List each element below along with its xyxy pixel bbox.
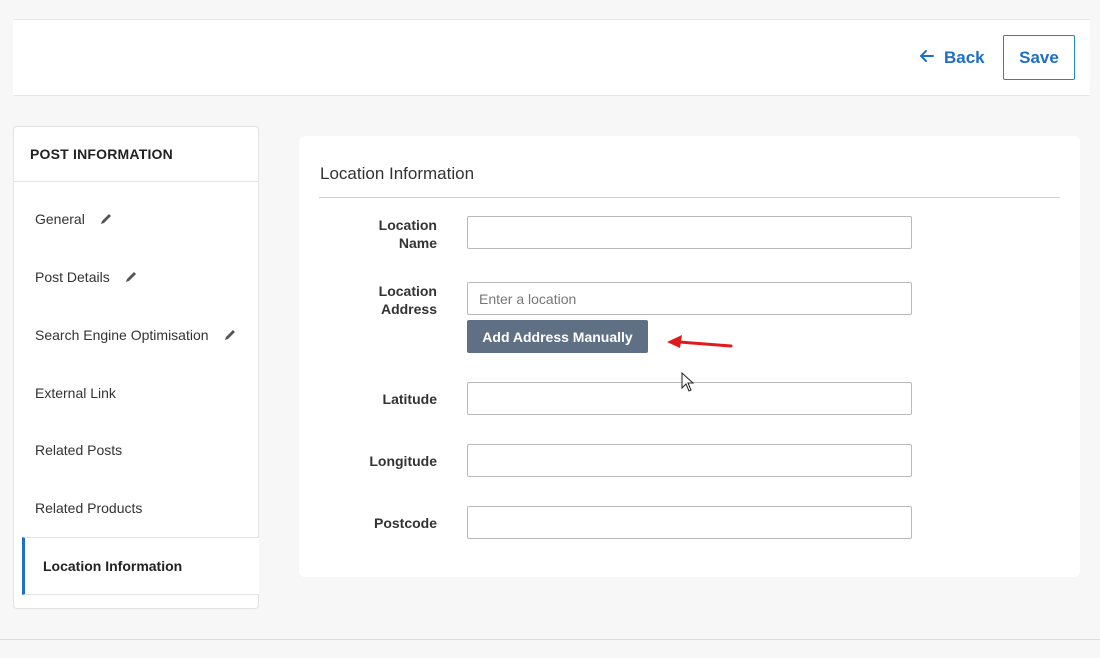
pencil-icon: [223, 328, 237, 342]
longitude-input[interactable]: [467, 444, 912, 477]
sidebar-item-general[interactable]: General: [14, 190, 260, 248]
red-arrow-annotation-icon: [667, 335, 733, 348]
sidebar-item-label: Search Engine Optimisation: [35, 327, 209, 343]
latitude-label: Latitude: [382, 391, 437, 407]
location-information-panel: Location Information Location Name Locat…: [299, 136, 1080, 577]
sidebar-item-label: Related Posts: [35, 442, 123, 458]
sidebar-item-related-posts[interactable]: Related Posts: [14, 421, 260, 479]
sidebar-item-location-information[interactable]: Location Information: [22, 537, 259, 595]
sidebar-item-label: General: [35, 211, 85, 227]
top-toolbar: Back Save: [13, 19, 1090, 96]
postcode-label: Postcode: [373, 515, 437, 531]
sidebar-item-external-link[interactable]: External Link: [14, 364, 260, 422]
location-address-input[interactable]: [467, 282, 912, 315]
add-address-manually-button[interactable]: Add Address Manually: [467, 320, 648, 353]
back-button[interactable]: Back: [906, 36, 997, 80]
mouse-pointer-icon: [681, 372, 695, 392]
sidebar-item-label: External Link: [35, 385, 116, 401]
location-address-label: Location Address: [378, 283, 437, 317]
sidebar-item-label: Post Details: [35, 269, 110, 285]
save-button[interactable]: Save: [1003, 35, 1075, 80]
sidebar-item-related-products[interactable]: Related Products: [14, 479, 260, 537]
pencil-icon: [124, 270, 138, 284]
sidebar-item-label: Location Information: [43, 558, 183, 574]
location-name-label: Location Name: [378, 217, 437, 251]
postcode-input[interactable]: [467, 506, 912, 539]
panel-title: Location Information: [320, 164, 475, 183]
sidebar-item-seo[interactable]: Search Engine Optimisation: [14, 306, 260, 364]
longitude-label: Longitude: [369, 453, 437, 469]
post-information-sidebar: POST INFORMATION General Post Details Se…: [13, 126, 259, 609]
arrow-left-icon: [918, 48, 934, 69]
sidebar-item-post-details[interactable]: Post Details: [14, 248, 260, 306]
pencil-icon: [99, 212, 113, 226]
footer-divider: [0, 639, 1100, 640]
location-name-input[interactable]: [467, 216, 912, 249]
sidebar-item-label: Related Products: [35, 500, 143, 516]
sidebar-header: POST INFORMATION: [14, 127, 258, 182]
panel-divider: [319, 197, 1060, 198]
back-button-label: Back: [944, 48, 985, 67]
